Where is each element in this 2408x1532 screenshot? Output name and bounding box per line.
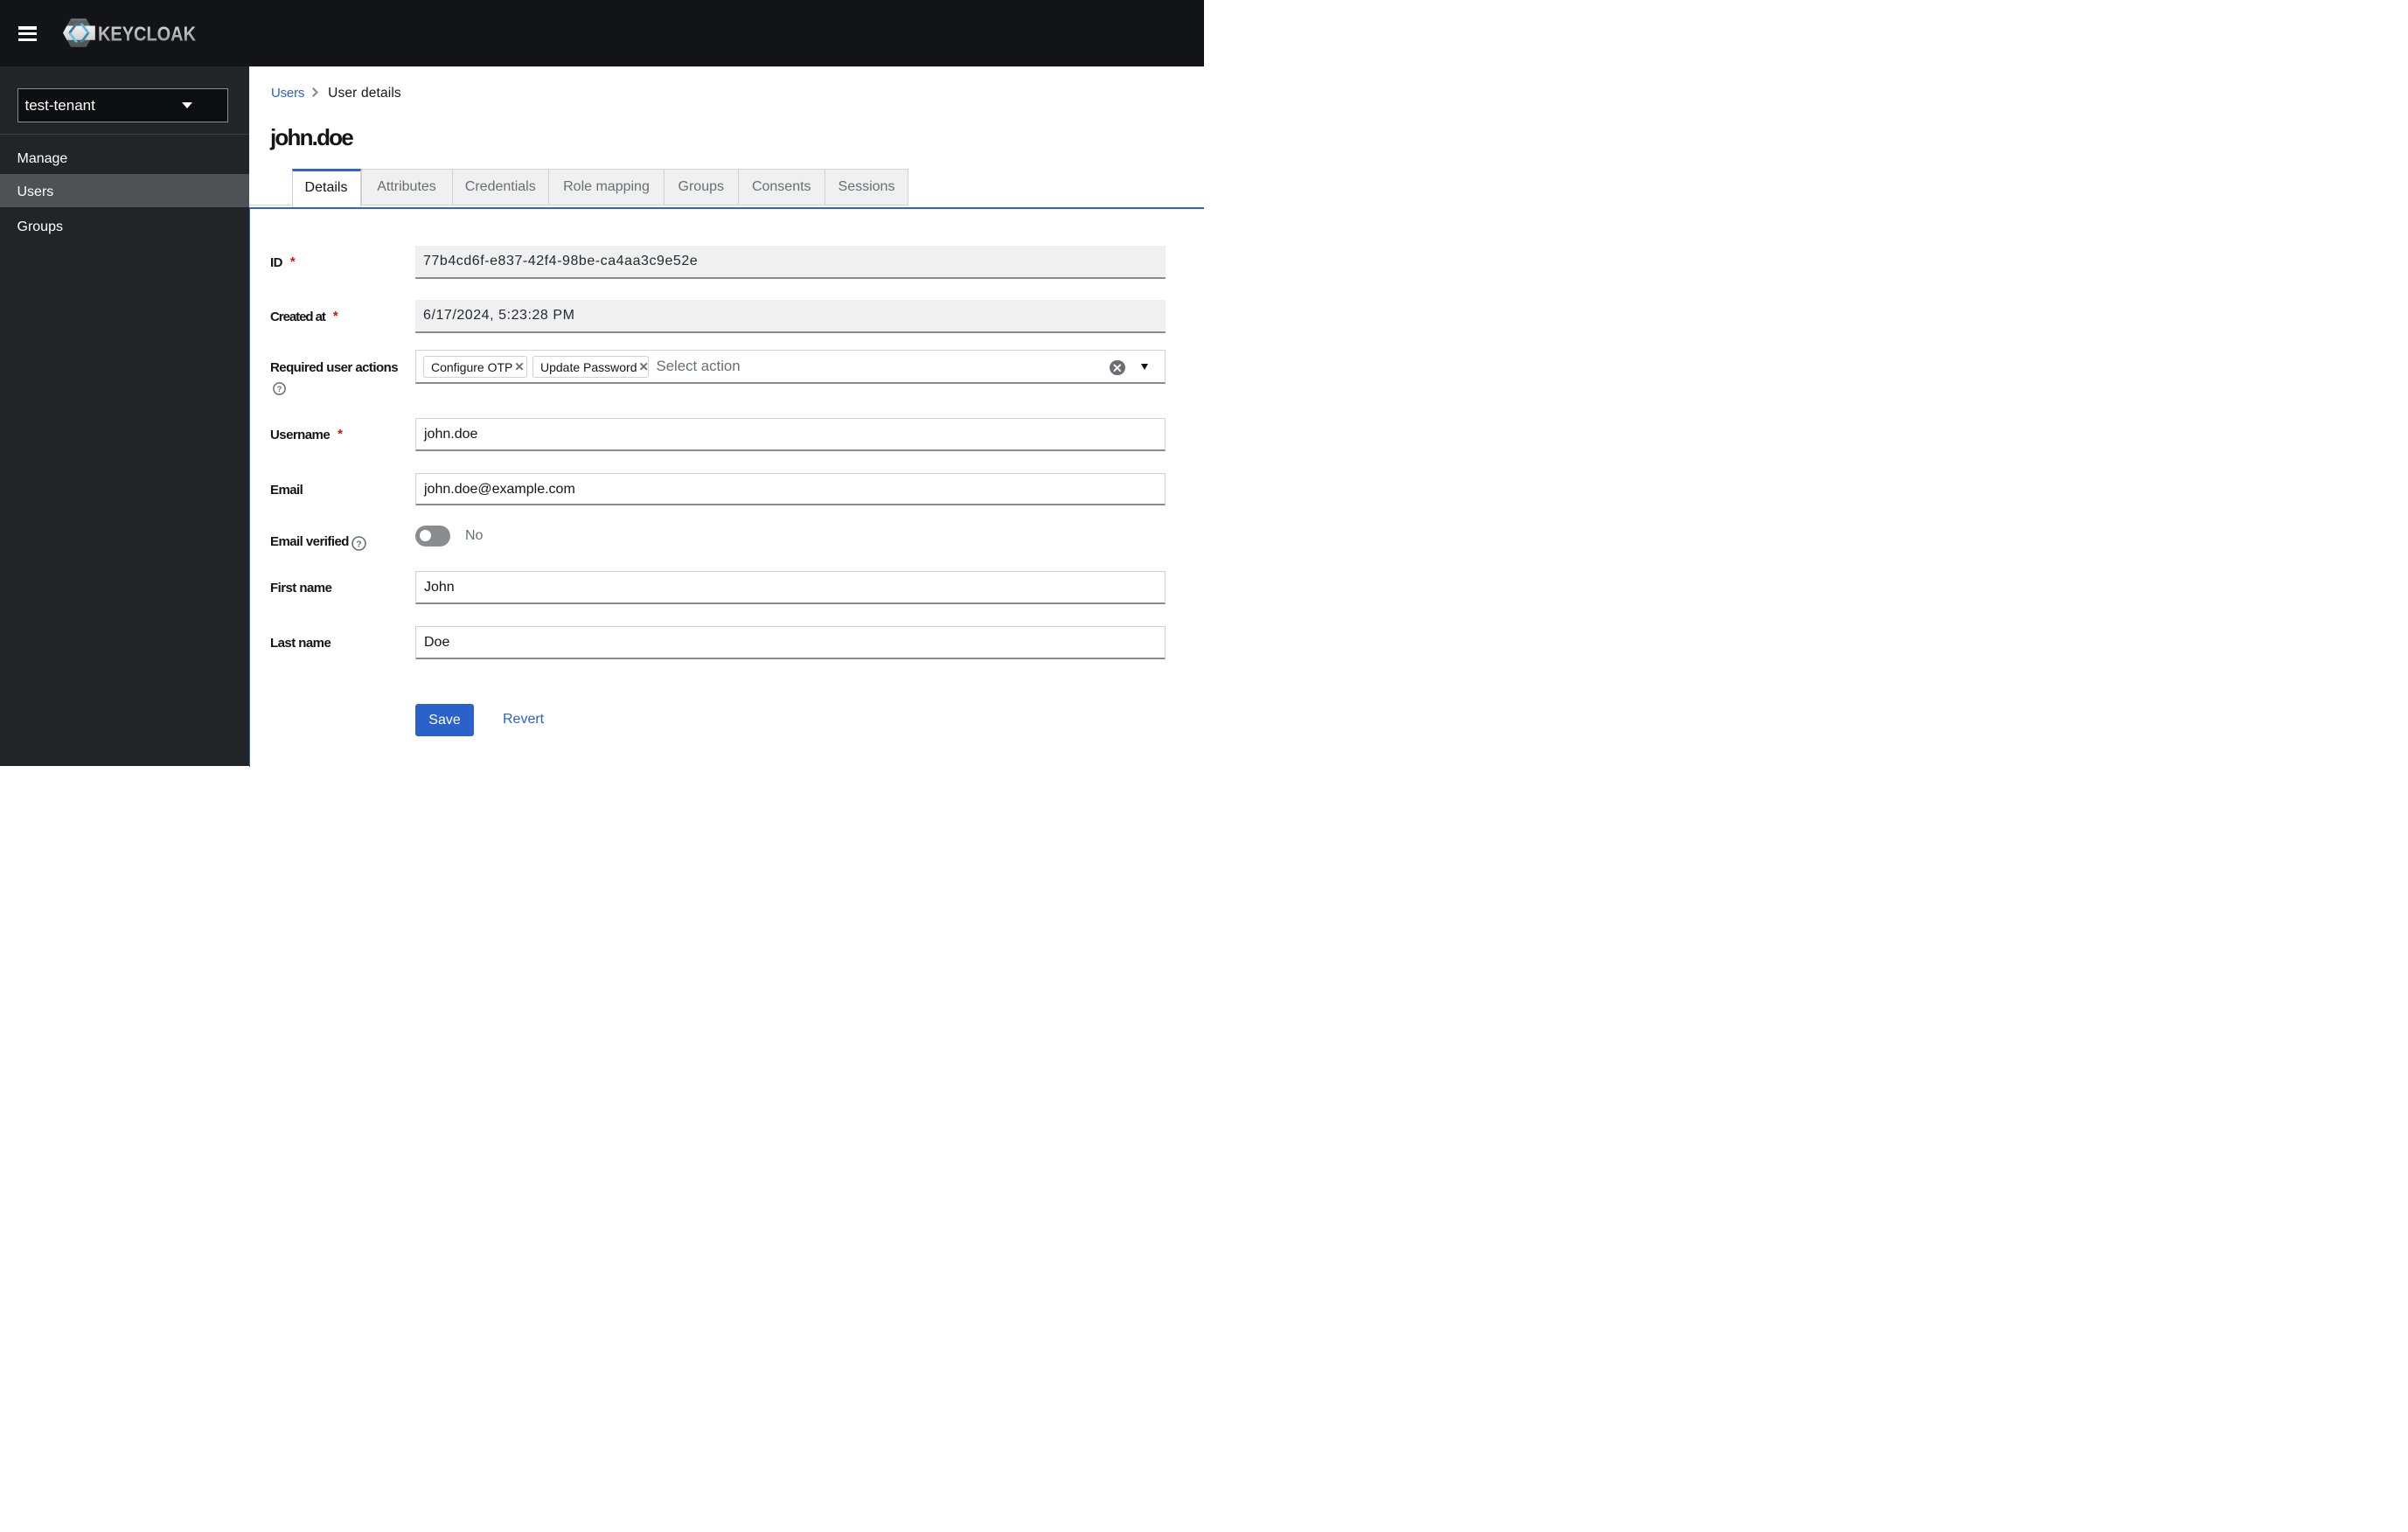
svg-text:?: ? — [356, 539, 361, 549]
svg-text:KEYCLOAK: KEYCLOAK — [98, 22, 196, 45]
svg-text:?: ? — [277, 385, 282, 394]
